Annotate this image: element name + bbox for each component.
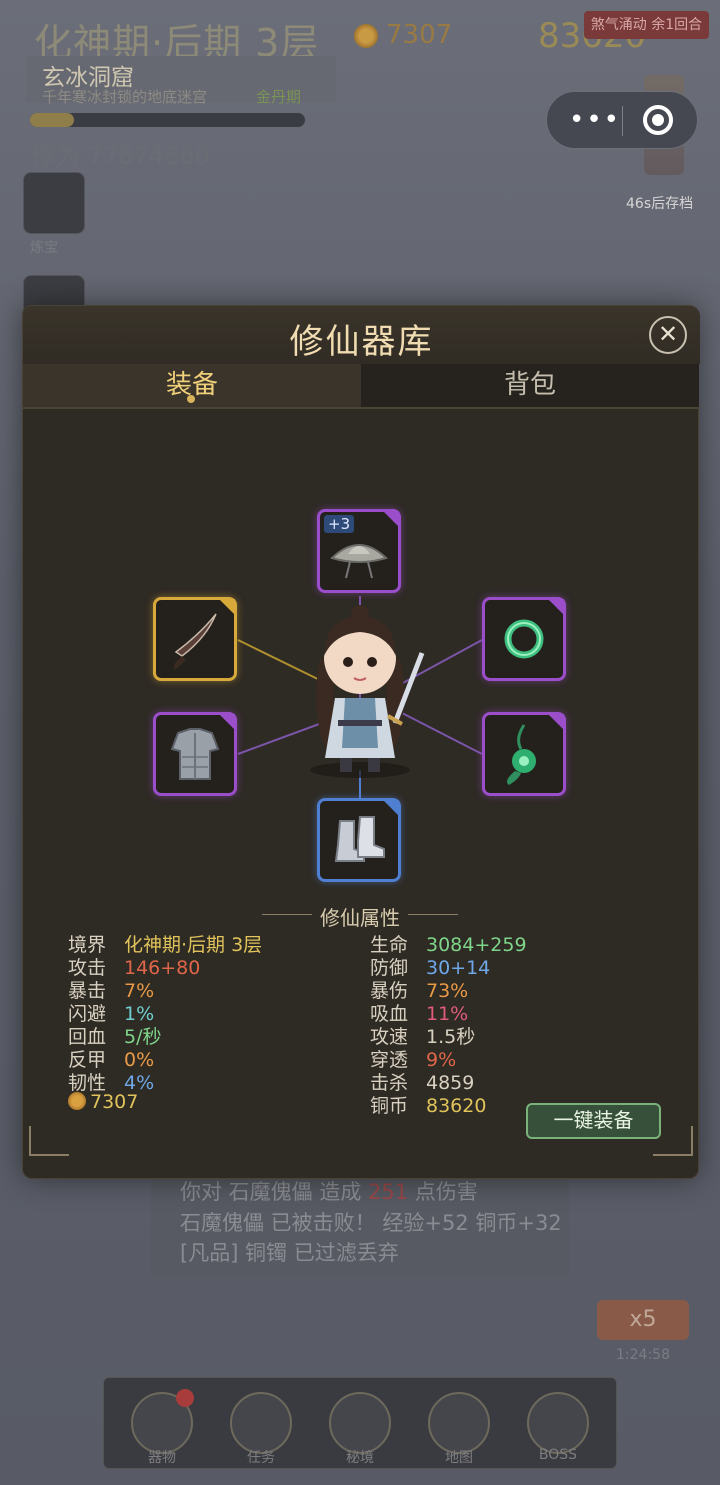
character-avatar [310, 605, 425, 778]
attr-coins: 7307 [68, 1091, 138, 1113]
jade-pendant-icon [507, 724, 536, 785]
title-divider [408, 914, 458, 915]
pendant-slot[interactable] [482, 712, 566, 796]
armor-slot[interactable] [153, 712, 237, 796]
jade-ring-icon [504, 619, 544, 659]
weapon-slot[interactable] [153, 597, 237, 681]
attributes-title: 修仙属性 [320, 906, 400, 930]
helmet-slot[interactable]: +3 [317, 509, 401, 593]
coin-icon [68, 1092, 86, 1110]
enhance-level-badge: +3 [324, 515, 355, 533]
boots-slot[interactable] [317, 798, 401, 882]
equip-all-button[interactable]: 一键装备 [526, 1103, 661, 1139]
blade-icon [173, 613, 217, 670]
armor-icon [170, 728, 220, 780]
boots-icon [334, 816, 385, 862]
attr-copper: 铜币 83620 [370, 1095, 487, 1117]
ring-slot[interactable] [482, 597, 566, 681]
